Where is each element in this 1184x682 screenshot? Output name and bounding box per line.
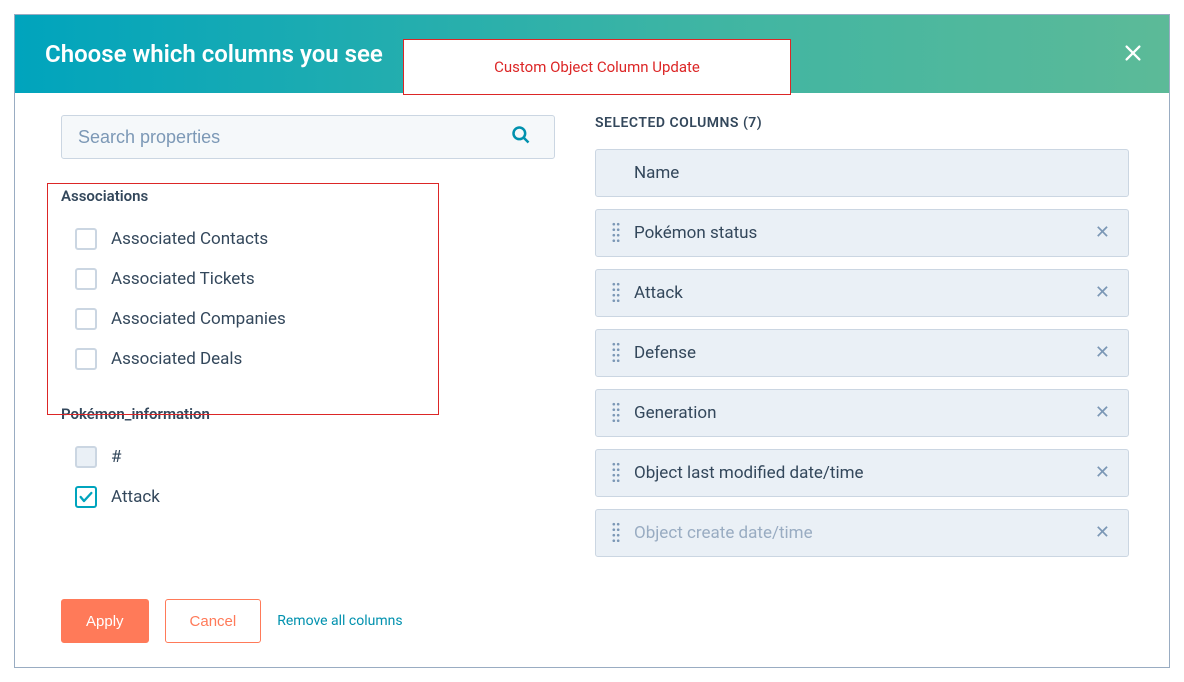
selected-column-label: Object last modified date/time [634,463,1091,483]
cancel-button[interactable]: Cancel [165,599,262,643]
remove-column-icon[interactable]: ✕ [1091,280,1114,306]
selected-columns-heading: SELECTED COLUMNS (7) [595,115,1129,131]
selected-column-label: Object create date/time [634,523,1091,543]
footer: Apply Cancel Remove all columns [15,575,1169,667]
close-icon [1122,42,1144,64]
selected-column-label: Attack [634,283,1091,303]
property-label: Associated Tickets [111,269,255,289]
property-label: Associated Companies [111,309,286,329]
property-label: Associated Contacts [111,229,268,249]
selected-column-item: Name✕ [595,149,1129,197]
selected-column-item: Pokémon status✕ [595,209,1129,257]
selected-column-item: Object create date/time✕ [595,509,1129,557]
search-icon[interactable] [511,125,531,149]
property-label: Associated Deals [111,349,242,369]
annotation-callout: Custom Object Column Update [403,39,791,95]
selected-column-item: Attack✕ [595,269,1129,317]
drag-handle-icon[interactable] [610,401,622,425]
selected-column-item: Generation✕ [595,389,1129,437]
selected-column-label: Pokémon status [634,223,1091,243]
selected-column-item: Defense✕ [595,329,1129,377]
group-title: Associations [61,187,545,205]
group-title: Pokémon_information [61,405,545,423]
checkbox[interactable] [75,228,97,250]
property-row[interactable]: Associated Tickets [61,259,545,299]
property-label: Attack [111,487,160,507]
modal-header: Choose which columns you see Custom Obje… [15,15,1169,93]
property-row[interactable]: # [61,437,545,477]
checkbox[interactable] [75,308,97,330]
remove-column-icon[interactable]: ✕ [1091,220,1114,246]
column-chooser-modal: Choose which columns you see Custom Obje… [14,14,1170,668]
property-group: Associations Associated Contacts Associate… [61,187,545,379]
drag-handle-icon[interactable] [610,521,622,545]
property-label: # [111,447,121,467]
checkbox[interactable] [75,348,97,370]
selected-column-label: Generation [634,403,1091,423]
property-row[interactable]: Associated Companies [61,299,545,339]
remove-column-icon[interactable]: ✕ [1091,460,1114,486]
search-wrap [61,115,545,159]
modal-title: Choose which columns you see [45,40,383,68]
remove-column-icon[interactable]: ✕ [1091,520,1114,546]
search-input[interactable] [61,115,555,159]
checkbox[interactable] [75,268,97,290]
property-group: Pokémon_information # Attack [61,405,545,517]
checkbox[interactable] [75,486,97,508]
selected-column-label: Defense [634,343,1091,363]
property-row[interactable]: Associated Deals [61,339,545,379]
remove-column-icon[interactable]: ✕ [1091,340,1114,366]
drag-handle-icon[interactable] [610,221,622,245]
apply-button[interactable]: Apply [61,599,149,643]
selected-column-item: Object last modified date/time✕ [595,449,1129,497]
checkbox [75,446,97,468]
property-row[interactable]: Attack [61,477,545,517]
drag-handle-icon[interactable] [610,461,622,485]
close-button[interactable] [1117,37,1149,69]
drag-handle-icon[interactable] [610,341,622,365]
check-icon [78,489,94,505]
property-row[interactable]: Associated Contacts [61,219,545,259]
remove-column-icon[interactable]: ✕ [1091,400,1114,426]
remove-all-link[interactable]: Remove all columns [277,613,402,629]
modal-body: Associations Associated Contacts Associate… [15,93,1169,667]
selected-column-label: Name [634,163,1114,183]
drag-handle-icon[interactable] [610,281,622,305]
